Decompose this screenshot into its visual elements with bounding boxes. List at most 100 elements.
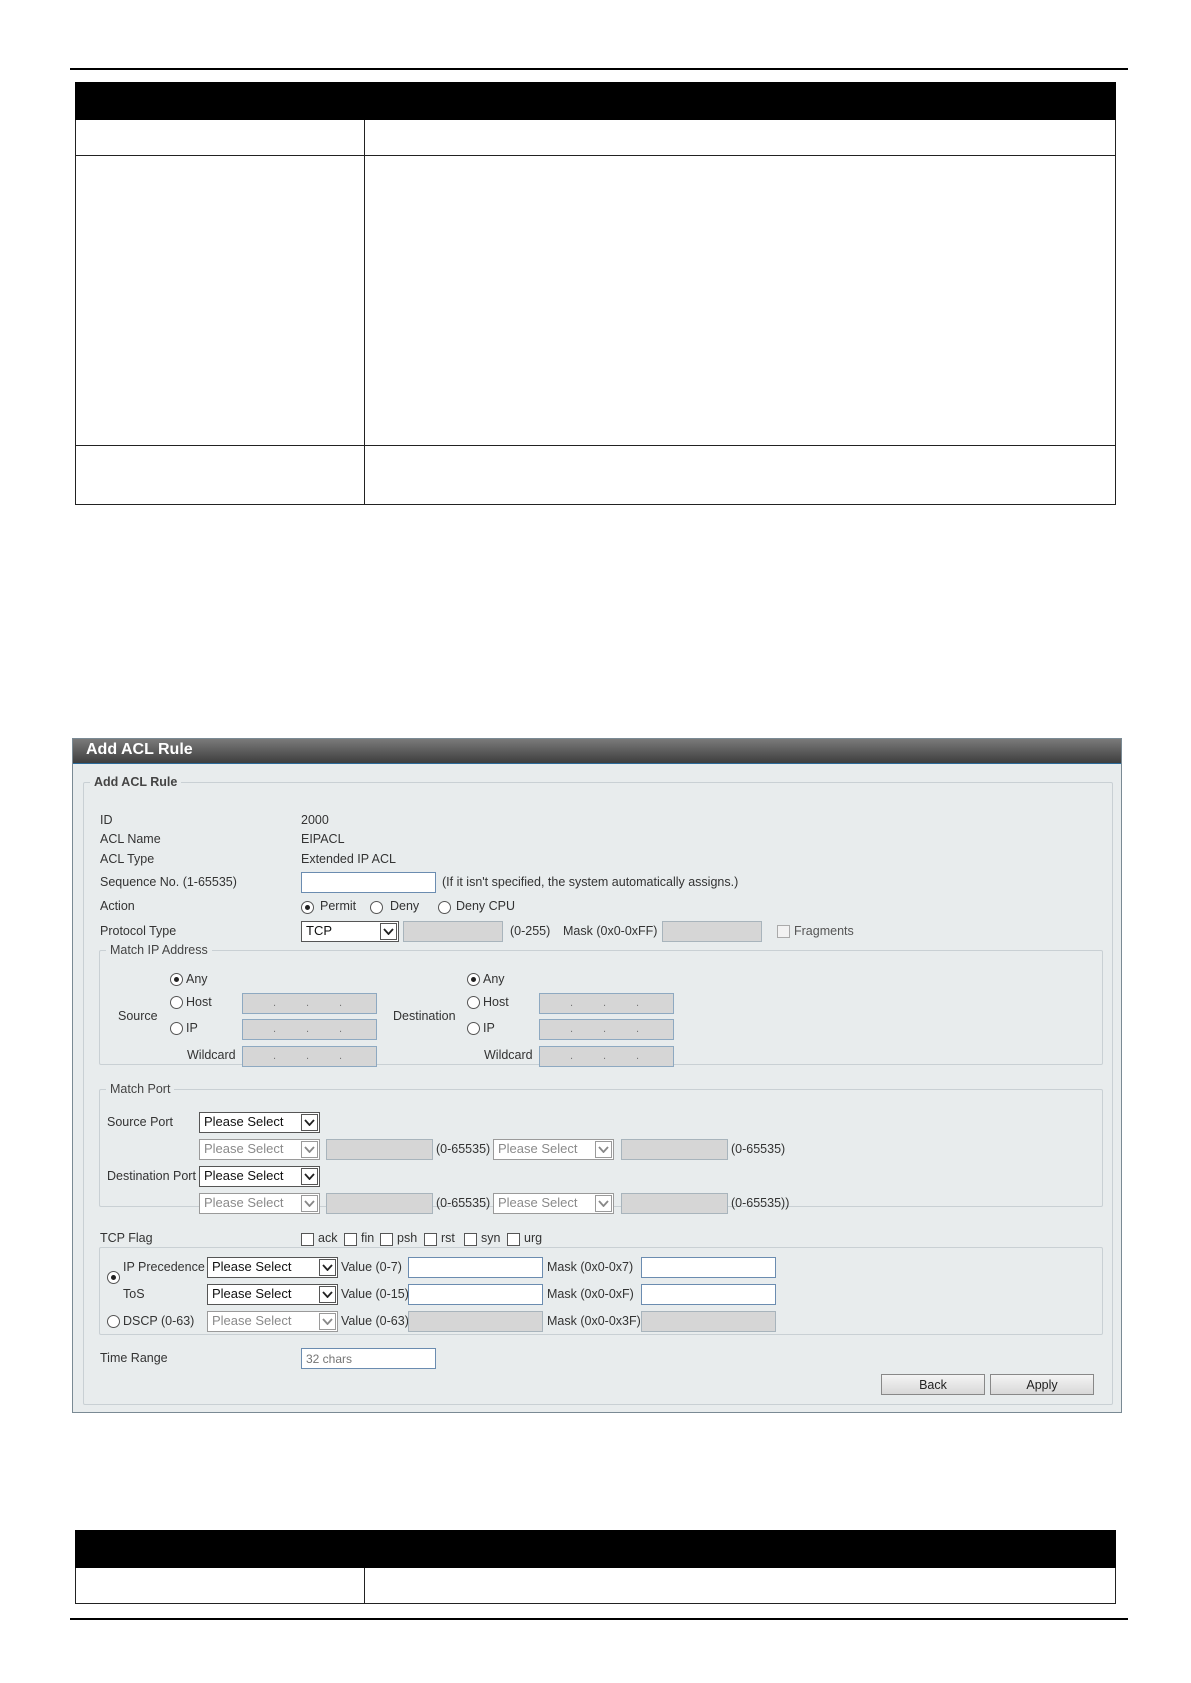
dscp-label: DSCP (0-63) (123, 1314, 195, 1328)
page-bottom-rule (70, 1618, 1128, 1620)
protocol-range-label: (0-255) (510, 924, 551, 938)
destination-host-label: Host (483, 995, 509, 1009)
dscp-value-input[interactable] (408, 1311, 543, 1332)
destination-port-end-input[interactable] (621, 1193, 728, 1214)
chevron-down-icon (380, 923, 397, 940)
source-ip-radio[interactable] (170, 1022, 183, 1035)
chevron-down-icon (319, 1286, 336, 1303)
destination-port-op2-select[interactable]: Please Select (493, 1193, 614, 1214)
tcp-flag-syn-label: syn (481, 1231, 501, 1245)
source-port-label: Source Port (107, 1115, 174, 1129)
action-deny-radio[interactable] (370, 901, 383, 914)
sequence-label: Sequence No. (1-65535) (100, 875, 237, 889)
protocol-type-select[interactable]: TCP (301, 921, 399, 942)
destination-wildcard-input[interactable]: ... (539, 1046, 674, 1067)
match-port-legend: Match Port (110, 1082, 171, 1096)
destination-any-radio[interactable] (467, 973, 480, 986)
fragments-checkbox[interactable] (777, 925, 790, 938)
source-port-op-select[interactable]: Please Select (199, 1139, 320, 1160)
table-header (75, 82, 1116, 120)
chevron-down-icon (301, 1141, 318, 1158)
tcp-flag-fin-checkbox[interactable] (344, 1233, 357, 1246)
source-any-radio[interactable] (170, 973, 183, 986)
action-deny-cpu-label: Deny CPU (456, 899, 516, 913)
chevron-down-icon (319, 1259, 336, 1276)
table-cell (364, 445, 1116, 505)
sequence-input-field[interactable] (302, 873, 435, 892)
source-wildcard-input[interactable]: ... (242, 1046, 377, 1067)
top-description-table (75, 82, 1116, 505)
dscp-value-label: Value (0-63) (341, 1314, 409, 1328)
tcp-flag-label: TCP Flag (100, 1231, 153, 1245)
tos-label: ToS (123, 1287, 145, 1301)
tos-mask-input[interactable] (641, 1284, 776, 1305)
ip-precedence-select[interactable]: Please Select (207, 1257, 338, 1278)
ip-precedence-value-input[interactable] (408, 1257, 543, 1278)
page-top-rule (70, 68, 1128, 70)
fieldset-legend: Add ACL Rule (94, 775, 178, 789)
destination-ip-label: IP (483, 1021, 495, 1035)
time-range-field[interactable] (302, 1349, 435, 1368)
dscp-radio[interactable] (107, 1315, 120, 1328)
destination-label: Destination (393, 1009, 456, 1023)
tos-select[interactable]: Please Select (207, 1284, 338, 1305)
protocol-id-input[interactable] (403, 921, 503, 942)
source-port-op2-select[interactable]: Please Select (493, 1139, 614, 1160)
tos-value-input[interactable] (408, 1284, 543, 1305)
table-cell (364, 1567, 1116, 1604)
back-button[interactable]: Back (881, 1374, 985, 1395)
apply-button[interactable]: Apply (990, 1374, 1094, 1395)
ip-precedence-tos-radio[interactable] (107, 1271, 120, 1284)
dscp-mask-input[interactable] (641, 1311, 776, 1332)
chevron-down-icon (595, 1141, 612, 1158)
time-range-input[interactable] (301, 1348, 436, 1369)
tcp-flag-ack-checkbox[interactable] (301, 1233, 314, 1246)
source-port-start-input[interactable] (326, 1139, 433, 1160)
table-cell (75, 155, 365, 446)
destination-port-label: Destination Port (107, 1169, 196, 1183)
ip-precedence-mask-label: Mask (0x0-0x7) (547, 1260, 634, 1274)
destination-port-select[interactable]: Please Select (199, 1166, 320, 1187)
source-port-select[interactable]: Please Select (199, 1112, 320, 1133)
ip-precedence-mask-input[interactable] (641, 1257, 776, 1278)
bottom-description-table (75, 1530, 1116, 1604)
table-cell (364, 155, 1116, 446)
tcp-flag-rst-checkbox[interactable] (424, 1233, 437, 1246)
protocol-mask-input[interactable] (662, 921, 762, 942)
source-host-ip-input[interactable]: ... (242, 993, 377, 1014)
source-ip-input[interactable]: ... (242, 1019, 377, 1040)
destination-ip-input[interactable]: ... (539, 1019, 674, 1040)
action-permit-radio[interactable] (301, 901, 314, 914)
table-cell (75, 1567, 365, 1604)
sequence-input[interactable] (301, 872, 436, 893)
destination-port-start-input[interactable] (326, 1193, 433, 1214)
dscp-select[interactable]: Please Select (207, 1311, 338, 1332)
protocol-type-value: TCP (306, 923, 332, 938)
source-ip-label: IP (186, 1021, 198, 1035)
ip-precedence-value-label: Value (0-7) (341, 1260, 402, 1274)
source-port-end-input[interactable] (621, 1139, 728, 1160)
id-value: 2000 (301, 813, 329, 827)
add-acl-rule-panel: Add ACL Rule Add ACL Rule ID 2000 ACL Na… (72, 738, 1122, 1413)
tcp-flag-syn-checkbox[interactable] (464, 1233, 477, 1246)
destination-wildcard-label: Wildcard (484, 1048, 533, 1062)
tos-mask-label: Mask (0x0-0xF) (547, 1287, 634, 1301)
table-cell (364, 119, 1116, 156)
destination-ip-radio[interactable] (467, 1022, 480, 1035)
tcp-flag-urg-label: urg (524, 1231, 543, 1245)
chevron-down-icon (301, 1195, 318, 1212)
ip-precedence-label: IP Precedence (123, 1260, 205, 1274)
table-cell (75, 119, 365, 156)
tcp-flag-psh-checkbox[interactable] (380, 1233, 393, 1246)
source-wildcard-label: Wildcard (187, 1048, 236, 1062)
tcp-flag-urg-checkbox[interactable] (507, 1233, 520, 1246)
table-cell (75, 445, 365, 505)
action-deny-cpu-radio[interactable] (438, 901, 451, 914)
destination-host-ip-input[interactable]: ... (539, 993, 674, 1014)
source-host-radio[interactable] (170, 996, 183, 1009)
tcp-flag-ack-label: ack (318, 1231, 338, 1245)
source-port-range-label: (0-65535) (436, 1142, 491, 1156)
destination-port-op-select[interactable]: Please Select (199, 1193, 320, 1214)
tcp-flag-psh-label: psh (397, 1231, 418, 1245)
destination-host-radio[interactable] (467, 996, 480, 1009)
